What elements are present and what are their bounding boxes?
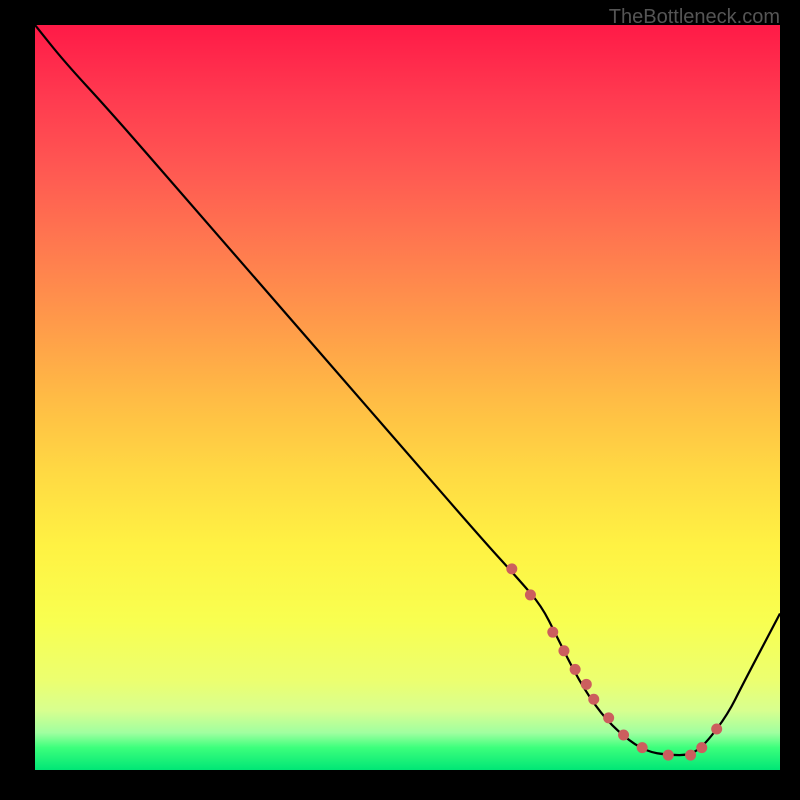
marker-dot [637,742,648,753]
marker-dot [685,750,696,761]
marker-dot [711,724,722,735]
marker-dot [525,589,536,600]
marker-dot [581,679,592,690]
marker-dot [547,627,558,638]
chart-container: TheBottleneck.com [0,0,800,800]
marker-dot [603,712,614,723]
marker-dot [696,742,707,753]
curve-svg [35,25,780,770]
marker-dot [558,645,569,656]
marker-dot [618,729,629,740]
marker-dot [506,563,517,574]
marker-dot [663,750,674,761]
highlight-markers [506,563,722,760]
marker-dot [588,694,599,705]
plot-area [35,25,780,770]
marker-dot [570,664,581,675]
bottleneck-curve-line [35,25,780,755]
